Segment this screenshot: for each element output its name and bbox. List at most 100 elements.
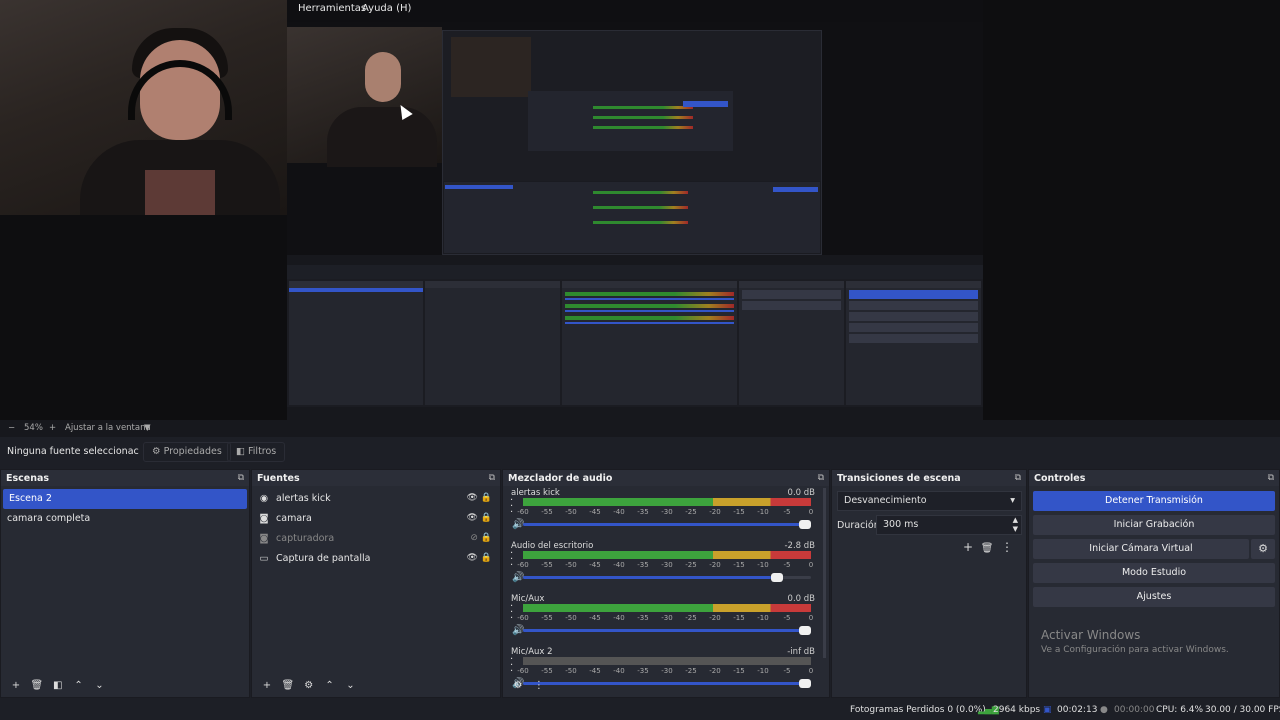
add-icon[interactable]: +	[7, 680, 25, 691]
webcam-feed	[0, 0, 287, 215]
undock-icon[interactable]: ⧉	[1015, 473, 1021, 483]
undock-icon[interactable]: ⧉	[818, 473, 824, 483]
zoom-in-button[interactable]: +	[49, 423, 56, 433]
sources-dock: Fuentes ⧉ ◉ alertas kick 👁 🔒 ◙ camara 👁 …	[251, 469, 501, 698]
gear-icon[interactable]: ⚙	[300, 680, 318, 691]
meter-tick-label: -5	[783, 667, 791, 675]
meter-tick-label: -55	[541, 667, 553, 675]
spin-buttons[interactable]: ▲ ▼	[1013, 516, 1018, 534]
scrollbar[interactable]	[823, 488, 826, 658]
zoom-level: 54%	[24, 423, 43, 433]
add-icon[interactable]: +	[963, 540, 973, 554]
scene-item[interactable]: camara completa	[1, 509, 249, 529]
camera-icon: ◙	[259, 533, 269, 544]
volume-slider-handle[interactable]	[799, 520, 811, 529]
start-virtual-camera-button[interactable]: Iniciar Cámara Virtual	[1033, 539, 1249, 559]
menu-dots-icon[interactable]: · · ·	[510, 549, 513, 571]
meter-tick-label: -55	[541, 508, 553, 516]
source-item[interactable]: ◙ capturadora ⊘ 🔒	[252, 529, 500, 549]
filters-button[interactable]: ◧ Filtros	[227, 442, 286, 462]
meter-tick-label: -15	[733, 508, 745, 516]
menu-dots-icon[interactable]: ⋮	[1001, 540, 1013, 554]
chevron-down-icon[interactable]: ⌄	[91, 680, 109, 691]
chevron-up-icon[interactable]: ⌃	[321, 680, 339, 691]
meter-tick-label: -60	[517, 508, 529, 516]
duration-label: Duración	[837, 520, 880, 531]
meter-tick-label: -40	[613, 561, 625, 569]
meter-tick-label: -10	[757, 614, 769, 622]
zoom-out-button[interactable]: −	[8, 423, 15, 433]
volume-slider[interactable]	[523, 573, 811, 582]
lock-icon[interactable]: 🔒	[481, 513, 492, 523]
chevron-down-icon[interactable]: ▼	[144, 423, 151, 433]
meter-tick-label: -50	[565, 561, 577, 569]
virtual-camera-settings-button[interactable]: ⚙	[1251, 539, 1275, 559]
scene-item[interactable]: Escena 2	[3, 489, 247, 509]
meter-tick-label: -20	[709, 508, 721, 516]
stop-stream-button[interactable]: Detener Transmisión	[1033, 491, 1275, 511]
chevron-up-icon[interactable]: ⌃	[70, 680, 88, 691]
filter-icon: ◧	[236, 446, 245, 457]
transition-select[interactable]: Desvanecimiento ▾	[837, 491, 1022, 511]
add-icon[interactable]: +	[258, 680, 276, 691]
lock-icon[interactable]: 🔒	[481, 493, 492, 503]
menu-dots-icon[interactable]: · · ·	[510, 496, 513, 518]
menu-help[interactable]: Ayuda (H)	[362, 3, 411, 14]
undock-icon[interactable]: ⧉	[1268, 473, 1274, 483]
level-meter	[523, 604, 811, 612]
meter-tick-label: -30	[661, 614, 673, 622]
properties-button[interactable]: ⚙ Propiedades	[143, 442, 231, 462]
meter-tick-label: -20	[709, 667, 721, 675]
transition-selected: Desvanecimiento	[844, 495, 927, 506]
chevron-down-icon: ▾	[1010, 495, 1015, 506]
menu-dots-icon[interactable]: · · ·	[510, 655, 513, 677]
meter-tick-label: -25	[685, 614, 697, 622]
meter-tick-label: -50	[565, 667, 577, 675]
trash-icon[interactable]: 🗑	[279, 680, 297, 691]
meter-tick-label: -50	[565, 614, 577, 622]
volume-slider[interactable]	[523, 520, 811, 529]
undock-icon[interactable]: ⧉	[238, 473, 244, 483]
meter-tick-label: -55	[541, 561, 553, 569]
source-item[interactable]: ◙ camara 👁 🔒	[252, 509, 500, 529]
preview-canvas[interactable]	[0, 0, 1280, 420]
eye-icon[interactable]: 👁	[466, 513, 477, 523]
eye-icon[interactable]: 👁	[466, 553, 477, 563]
advanced-audio-icon[interactable]: ⚙	[509, 680, 527, 691]
meter-tick-label: 0	[808, 508, 814, 516]
trash-icon[interactable]: 🗑	[981, 543, 994, 554]
activation-watermark-subtitle: Ve a Configuración para activar Windows.	[1041, 645, 1229, 655]
duration-input[interactable]: 300 ms ▲ ▼	[876, 515, 1022, 535]
trash-icon[interactable]: 🗑	[28, 680, 46, 691]
start-recording-button[interactable]: Iniciar Grabación	[1033, 515, 1275, 535]
studio-mode-button[interactable]: Modo Estudio	[1033, 563, 1275, 583]
channel-db: 0.0 dB	[787, 594, 815, 604]
filter-icon[interactable]: ◧	[49, 680, 67, 691]
lock-icon[interactable]: 🔒	[481, 553, 492, 563]
mixer-toolbar: ⚙ ⋮	[503, 675, 829, 697]
channel-db: -inf dB	[787, 647, 815, 657]
meter-tick-label: -60	[517, 667, 529, 675]
volume-slider-handle[interactable]	[799, 626, 811, 635]
settings-button[interactable]: Ajustes	[1033, 587, 1275, 607]
scene-transitions-dock: Transiciones de escena ⧉ Desvanecimiento…	[831, 469, 1027, 698]
eye-icon[interactable]: 👁	[466, 493, 477, 503]
source-item[interactable]: ▭ Captura de pantalla 👁 🔒	[252, 549, 500, 569]
level-meter	[523, 657, 811, 665]
chevron-down-icon[interactable]: ⌄	[342, 680, 360, 691]
meter-tick-label: -35	[637, 508, 649, 516]
eye-hidden-icon[interactable]: ⊘	[470, 533, 478, 543]
mixer-channel: Mic/Aux 0.0 dB · · · -60 -55 -50 -45 -40 -35 -30 -25…	[503, 592, 829, 645]
source-item[interactable]: ◉ alertas kick 👁 🔒	[252, 489, 500, 509]
volume-slider-handle[interactable]	[770, 573, 783, 582]
meter-tick-label: -40	[613, 667, 625, 675]
lock-icon[interactable]: 🔒	[481, 533, 492, 543]
undock-icon[interactable]: ⧉	[489, 473, 495, 483]
fit-to-window-button[interactable]: Ajustar a la ventana	[65, 423, 151, 433]
meter-tick-label: -60	[517, 561, 529, 569]
scenes-dock-title: Escenas ⧉	[1, 470, 249, 486]
volume-slider[interactable]	[523, 626, 811, 635]
menu-tools[interactable]: Herramientas	[298, 3, 366, 14]
menu-dots-icon[interactable]: ⋮	[530, 680, 548, 691]
menu-dots-icon[interactable]: · · ·	[510, 602, 513, 624]
